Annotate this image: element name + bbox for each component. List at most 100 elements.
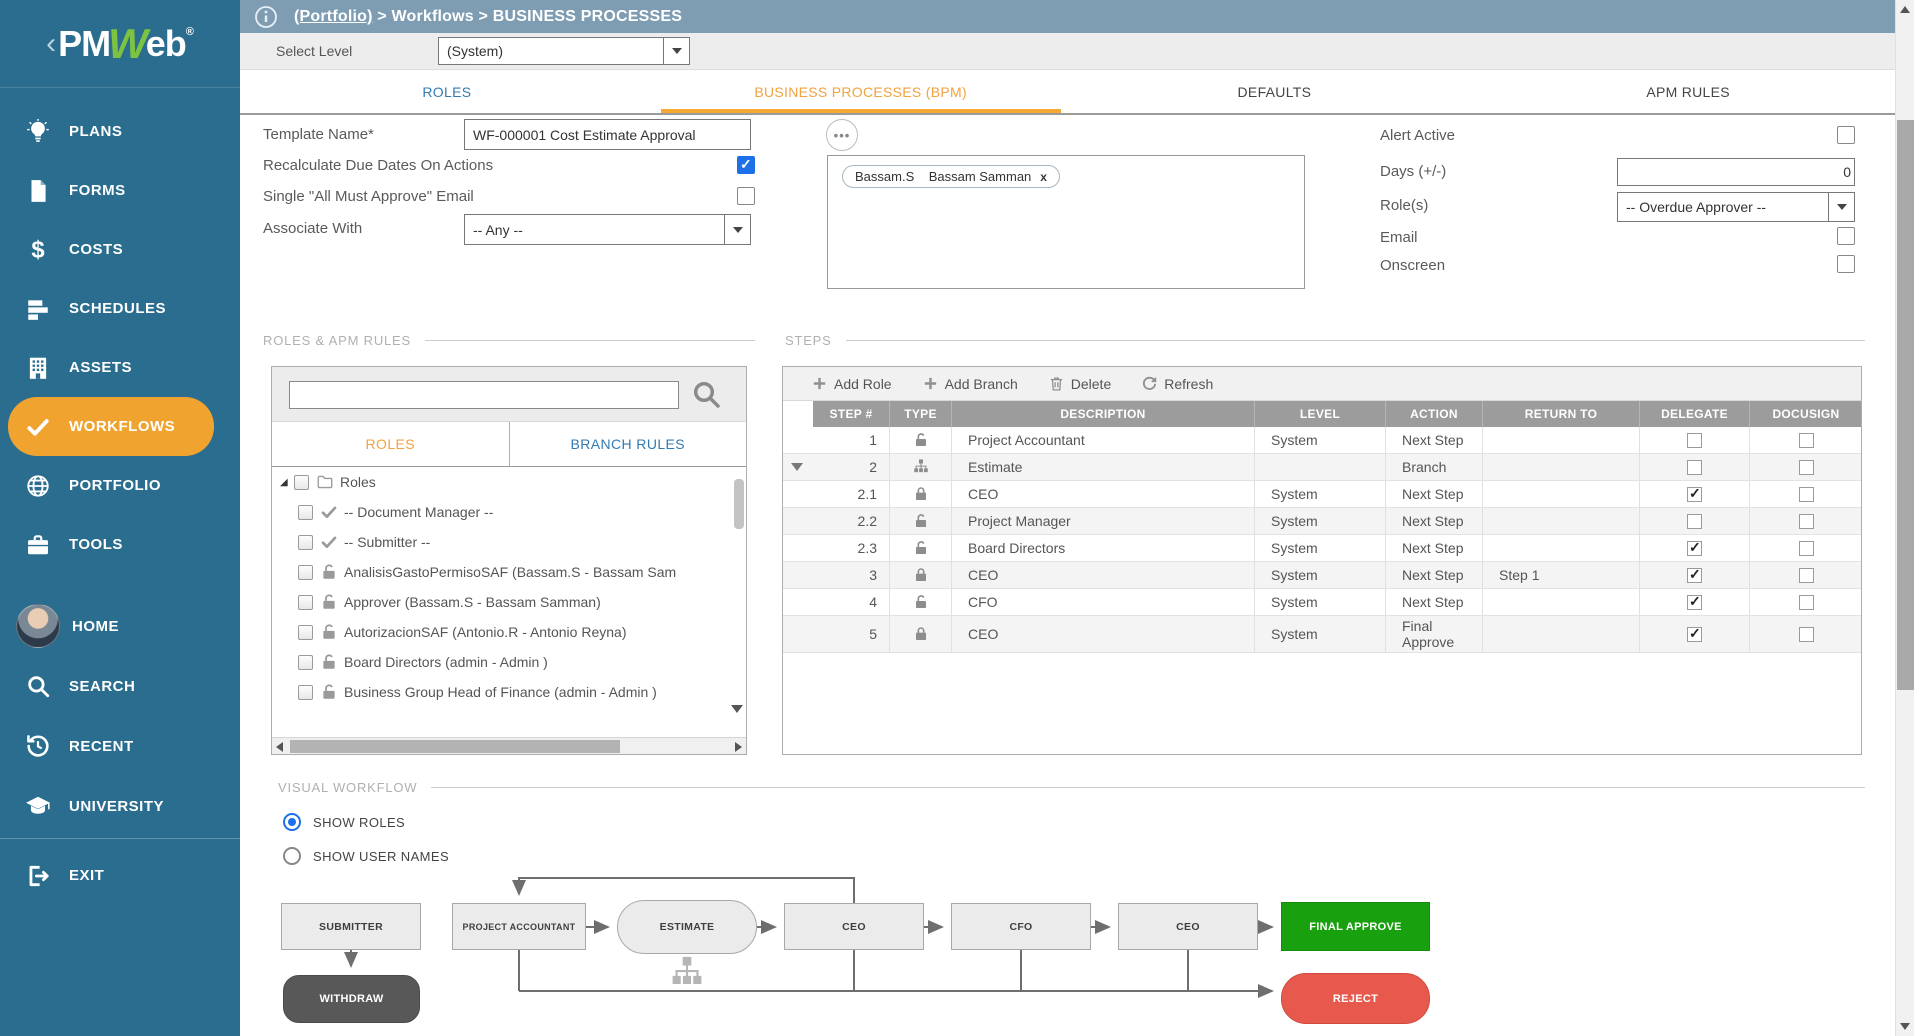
sidebar-item-tools[interactable]: TOOLS (0, 515, 240, 574)
tree-scroll-down-arrow[interactable] (731, 705, 743, 713)
delegate-cell[interactable] (1640, 508, 1750, 534)
refresh-button[interactable]: Refresh (1141, 375, 1213, 392)
workflow-node-project-accountant[interactable]: PROJECT ACCOUNTANT (452, 903, 586, 950)
docusign-checkbox[interactable] (1799, 460, 1814, 475)
tree-item-board-directors-admin[interactable]: Board Directors (admin - Admin ) (272, 647, 746, 677)
docusign-checkbox[interactable] (1799, 595, 1814, 610)
workflow-node-cfo[interactable]: CFO (951, 903, 1091, 950)
docusign-checkbox[interactable] (1799, 487, 1814, 502)
step-row-2-3[interactable]: 2.3Board DirectorsSystemNext Step (783, 535, 1861, 562)
docusign-cell[interactable] (1750, 454, 1862, 480)
tree-item-document-manager[interactable]: -- Document Manager -- (272, 497, 746, 527)
remove-assignee-icon[interactable]: x (1040, 170, 1047, 184)
tree-checkbox[interactable] (298, 625, 313, 640)
delegate-cell[interactable] (1640, 589, 1750, 615)
delegate-checkbox[interactable] (1687, 514, 1702, 529)
tree-checkbox[interactable] (298, 655, 313, 670)
alert-active-checkbox[interactable] (1837, 126, 1855, 144)
radio-button[interactable] (283, 813, 301, 831)
docusign-cell[interactable] (1750, 535, 1862, 561)
sidebar-item-workflows[interactable]: WORKFLOWS (8, 397, 214, 456)
step-row-5[interactable]: 5CEOSystemFinal Approve (783, 616, 1861, 653)
docusign-cell[interactable] (1750, 589, 1862, 615)
roles-panel-tab-branch-rules[interactable]: BRANCH RULES (509, 422, 747, 466)
assignee-pill[interactable]: Bassam.S Bassam Sammanx (842, 165, 1060, 188)
info-icon[interactable] (254, 5, 278, 29)
workflow-node-ceo-1[interactable]: CEO (784, 903, 924, 950)
tree-checkbox[interactable] (298, 535, 313, 550)
delegate-cell[interactable] (1640, 616, 1750, 652)
scroll-right-arrow[interactable] (735, 742, 742, 752)
onscreen-checkbox[interactable] (1837, 255, 1855, 273)
tree-checkbox[interactable] (294, 475, 309, 490)
delegate-cell[interactable] (1640, 481, 1750, 507)
tab-defaults[interactable]: DEFAULTS (1068, 70, 1482, 113)
tree-item-submitter[interactable]: -- Submitter -- (272, 527, 746, 557)
column-header-action[interactable]: ACTION (1386, 401, 1483, 427)
delegate-checkbox[interactable] (1687, 541, 1702, 556)
roles-panel-tab-roles[interactable]: ROLES (272, 422, 509, 466)
step-row-2-1[interactable]: 2.1CEOSystemNext Step (783, 481, 1861, 508)
tree-checkbox[interactable] (298, 595, 313, 610)
tab-apm-rules[interactable]: APM RULES (1481, 70, 1895, 113)
tree-item-analisisgastopermisosaf[interactable]: AnalisisGastoPermisoSAF (Bassam.S - Bass… (272, 557, 746, 587)
search-icon[interactable] (690, 378, 722, 410)
workflow-node-final-approve[interactable]: FINAL APPROVE (1281, 902, 1430, 951)
column-header-type[interactable]: TYPE (890, 401, 952, 427)
scroll-thumb[interactable] (290, 740, 620, 753)
row-expander-icon[interactable] (791, 463, 803, 471)
tree-checkbox[interactable] (298, 565, 313, 580)
delegate-cell[interactable] (1640, 535, 1750, 561)
select-level-dropdown[interactable]: (System) (438, 37, 690, 65)
tree-root-row[interactable]: ◢Roles (272, 467, 746, 497)
docusign-checkbox[interactable] (1799, 541, 1814, 556)
docusign-cell[interactable] (1750, 508, 1862, 534)
tree-item-approver-bassam-s-bas[interactable]: Approver (Bassam.S - Bassam Samman) (272, 587, 746, 617)
workflow-node-estimate[interactable]: ESTIMATE (617, 900, 757, 954)
add-role-button[interactable]: Add Role (811, 375, 892, 392)
radio-show-user-names[interactable]: SHOW USER NAMES (283, 847, 449, 865)
radio-button[interactable] (283, 847, 301, 865)
roles-arrow[interactable] (1828, 193, 1854, 221)
scroll-thumb[interactable] (1897, 120, 1914, 690)
associate-with-arrow[interactable] (724, 215, 750, 244)
tree-vertical-scrollbar[interactable] (734, 479, 744, 529)
sidebar-item-schedules[interactable]: SCHEDULES (0, 279, 240, 338)
sidebar-item-assets[interactable]: ASSETS (0, 338, 240, 397)
single-email-checkbox[interactable] (737, 187, 755, 205)
scroll-up-arrow[interactable] (1900, 6, 1910, 13)
sidebar-item-home[interactable]: HOME (0, 596, 240, 656)
docusign-cell[interactable] (1750, 481, 1862, 507)
select-level-arrow[interactable] (663, 38, 689, 64)
column-header-delegate[interactable]: DELEGATE (1640, 401, 1750, 427)
associate-with-dropdown[interactable]: -- Any -- (464, 214, 751, 245)
workflow-node-ceo-2[interactable]: CEO (1118, 903, 1258, 950)
delegate-cell[interactable] (1640, 454, 1750, 480)
column-header-return-to[interactable]: RETURN TO (1483, 401, 1640, 427)
pmweb-logo[interactable]: ‹ PMWeb® (0, 0, 240, 88)
scroll-left-arrow[interactable] (276, 742, 283, 752)
docusign-checkbox[interactable] (1799, 433, 1814, 448)
sidebar-item-plans[interactable]: PLANS (0, 102, 240, 161)
tree-item-business-group-head-of-f[interactable]: Business Group Head of Finance (admin - … (272, 677, 746, 707)
tree-horizontal-scrollbar[interactable] (272, 737, 746, 754)
sidebar-item-search[interactable]: SEARCH (0, 656, 240, 716)
workflow-node-submitter[interactable]: SUBMITTER (281, 903, 421, 950)
step-row-2-2[interactable]: 2.2Project ManagerSystemNext Step (783, 508, 1861, 535)
scroll-down-arrow[interactable] (1900, 1023, 1910, 1030)
radio-show-roles[interactable]: SHOW ROLES (283, 813, 405, 831)
sidebar-item-portfolio[interactable]: PORTFOLIO (0, 456, 240, 515)
tab-roles[interactable]: ROLES (240, 70, 654, 113)
days-input[interactable] (1617, 158, 1855, 186)
delegate-cell[interactable] (1640, 562, 1750, 588)
docusign-checkbox[interactable] (1799, 568, 1814, 583)
delegate-checkbox[interactable] (1687, 595, 1702, 610)
step-row-2[interactable]: 2EstimateBranch (783, 454, 1861, 481)
delegate-checkbox[interactable] (1687, 433, 1702, 448)
sidebar-item-recent[interactable]: RECENT (0, 716, 240, 776)
docusign-checkbox[interactable] (1799, 514, 1814, 529)
delegate-checkbox[interactable] (1687, 627, 1702, 642)
column-header-description[interactable]: DESCRIPTION (952, 401, 1255, 427)
step-row-4[interactable]: 4CFOSystemNext Step (783, 589, 1861, 616)
tab-business-processes-bpm[interactable]: BUSINESS PROCESSES (BPM) (654, 70, 1068, 113)
